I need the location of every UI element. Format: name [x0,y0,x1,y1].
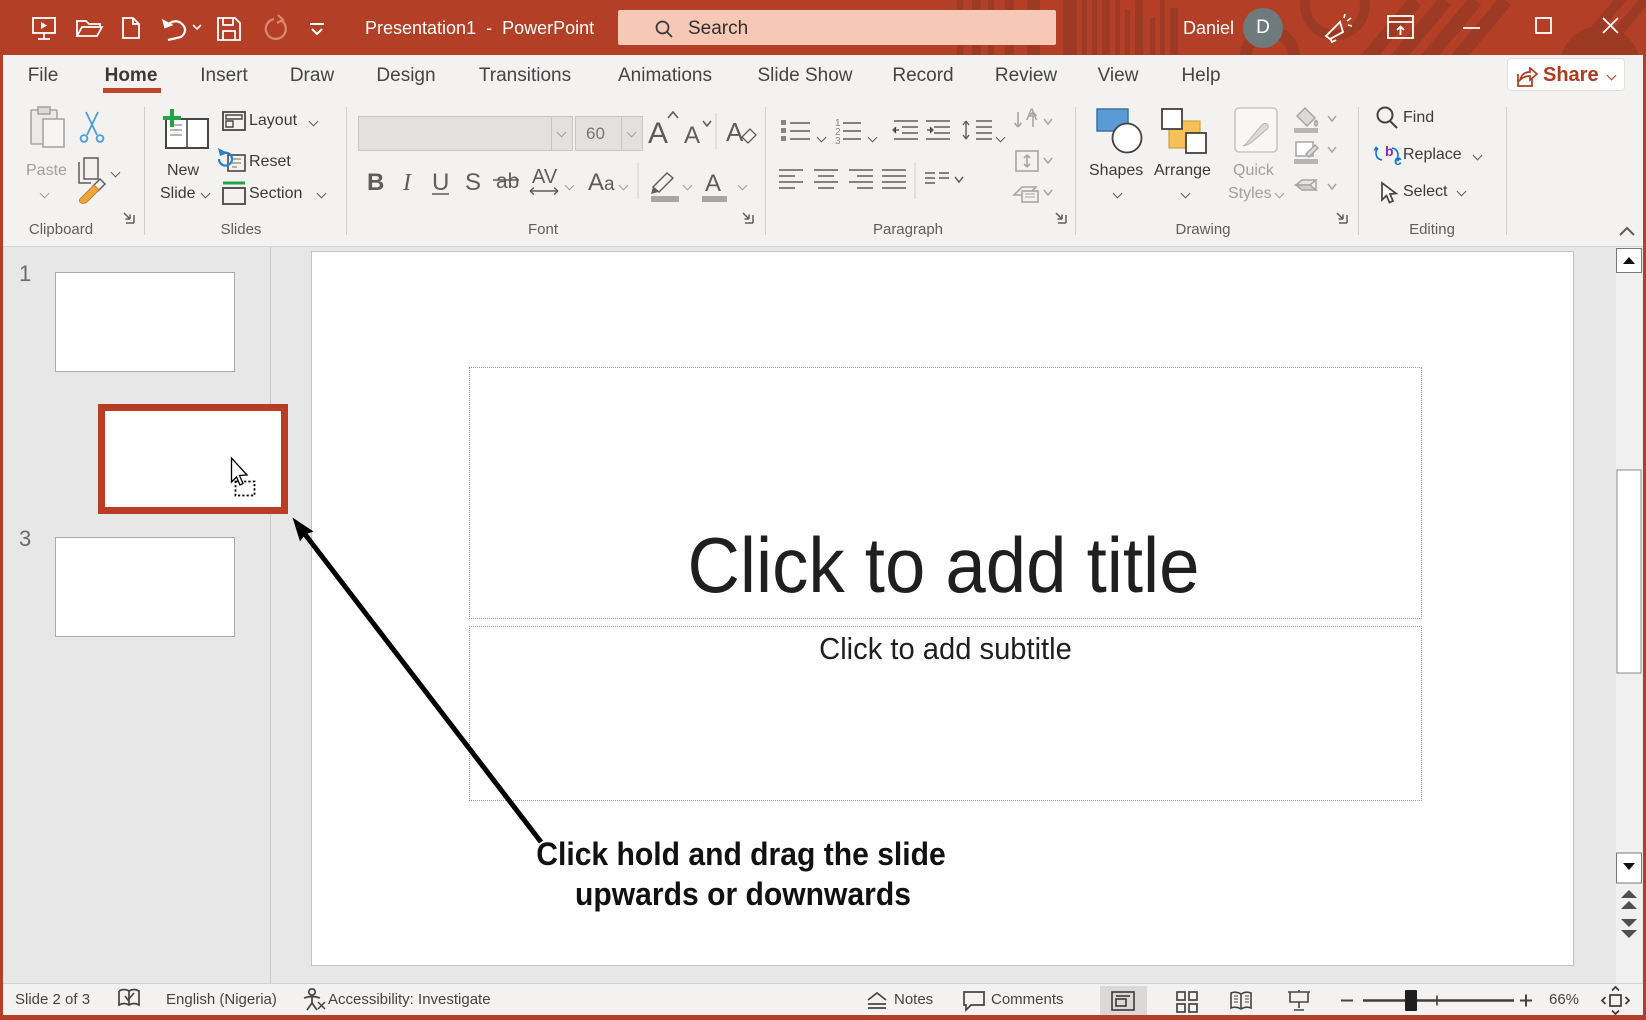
svg-text:b: b [1385,143,1394,159]
svg-text:I: I [402,170,412,196]
svg-text:S: S [465,169,481,196]
svg-text:A: A [648,117,668,150]
svg-text:A: A [588,169,604,196]
svg-text:A: A [726,117,744,147]
svg-text:A: A [1026,105,1038,124]
svg-text:U: U [432,169,449,196]
svg-text:ab: ab [496,170,519,193]
svg-text:A: A [705,170,721,197]
svg-text:A: A [684,122,700,149]
svg-text:3: 3 [835,136,841,147]
svg-text:B: B [367,169,384,196]
svg-text:AV: AV [532,166,558,188]
svg-text:a: a [604,174,615,195]
